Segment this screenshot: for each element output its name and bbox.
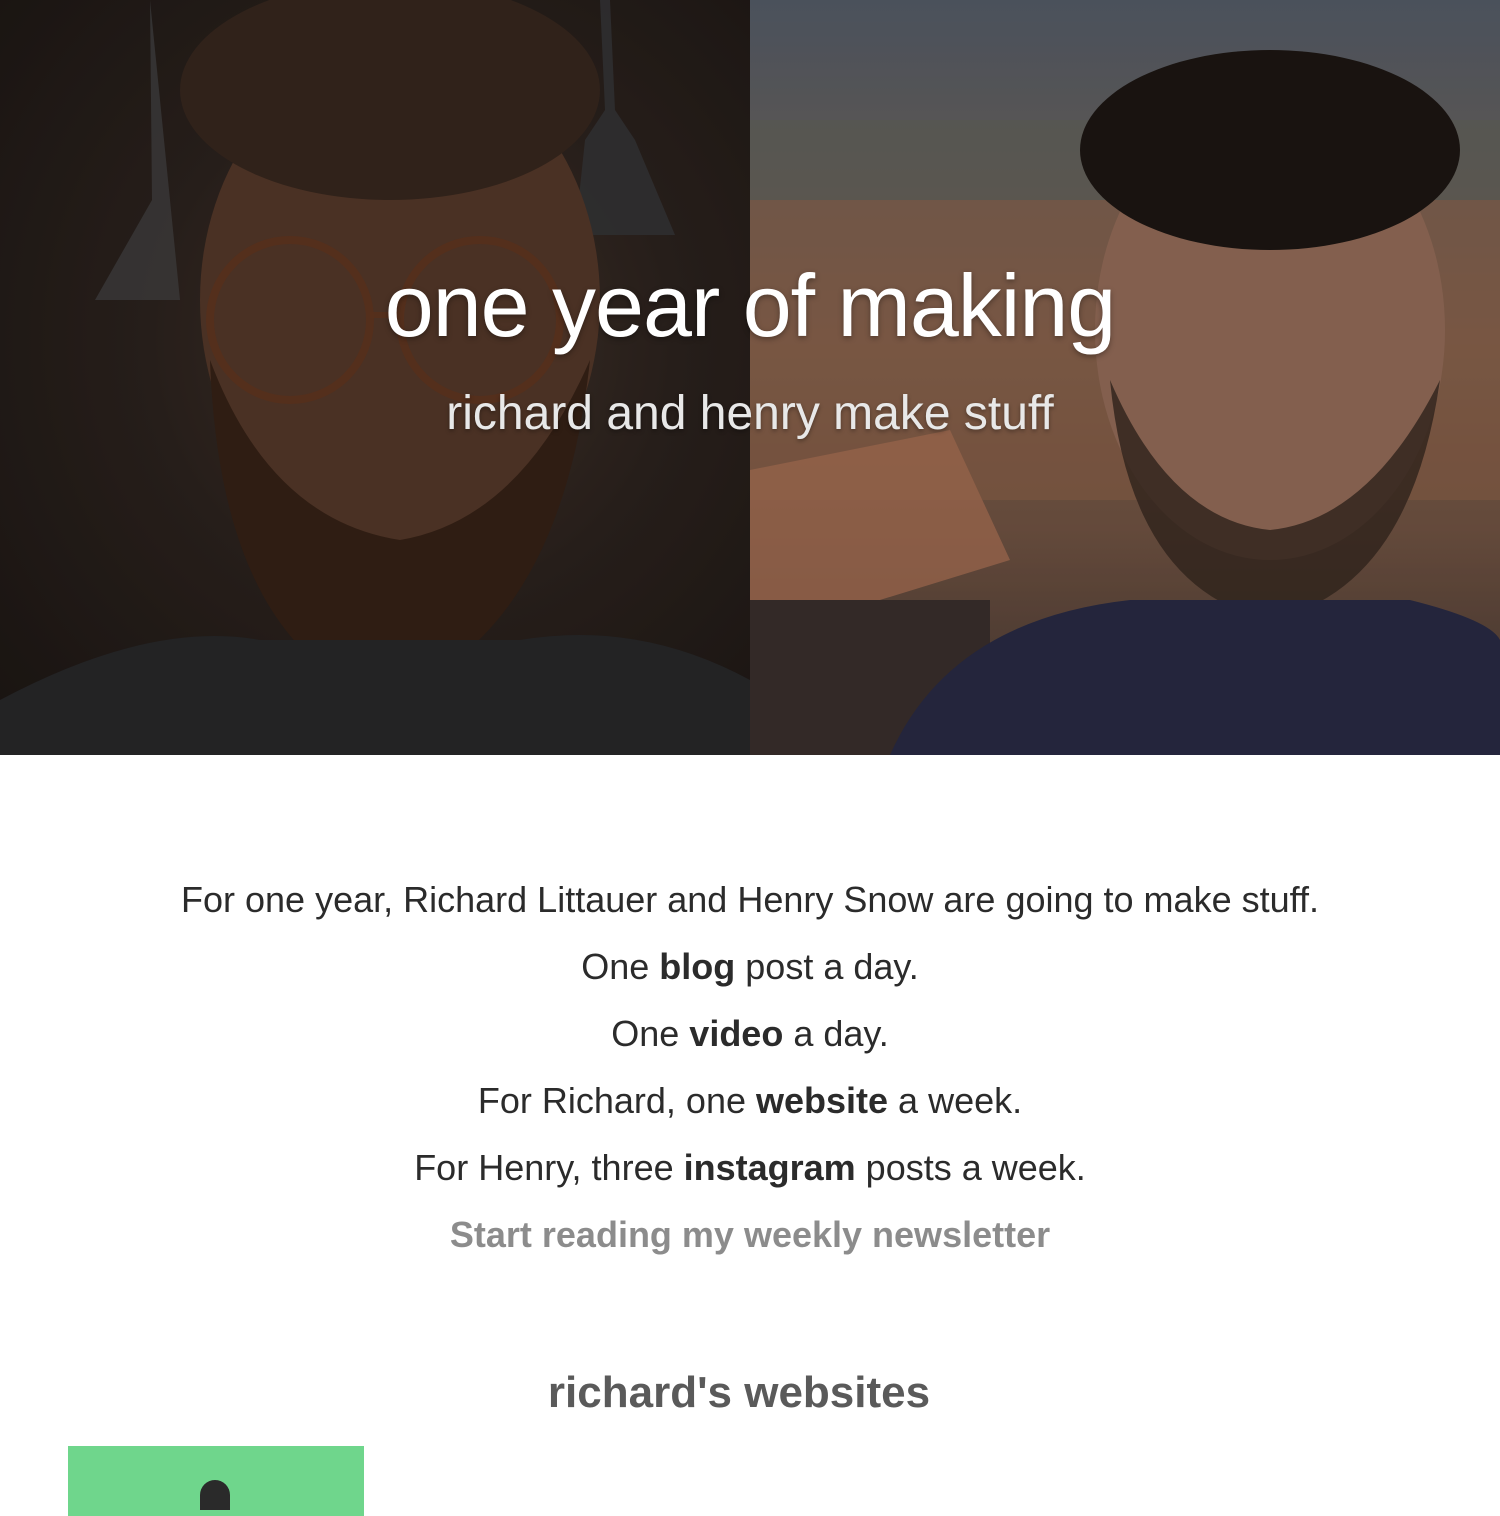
newsletter-link[interactable]: Start reading my weekly newsletter [450,1201,1050,1268]
blog-keyword: blog [659,946,736,987]
intro-line-website: For Richard, one website a week. [477,1080,1023,1121]
person-thumbnail-image [200,1480,230,1510]
instagram-keyword: instagram [683,1147,856,1188]
richards-websites-heading: richard's websites [547,1368,931,1417]
hero-banner: one year of making richard and henry mak… [0,0,1500,755]
intro-section: For one year, Richard Littauer and Henry… [0,866,1500,1268]
hero-subtitle: richard and henry make stuff [446,387,1054,440]
intro-line-video: One video a day. [611,1013,889,1054]
hero-dark-overlay [0,0,1500,755]
hero-title: one year of making [384,256,1116,355]
intro-line-blog: One blog post a day. [581,946,919,987]
intro-line-instagram: For Henry, three instagram posts a week. [414,1147,1086,1188]
video-keyword: video [689,1013,784,1054]
website-keyword: website [756,1080,889,1121]
website-thumbnail[interactable] [68,1446,364,1516]
intro-line-description: For one year, Richard Littauer and Henry… [181,879,1319,920]
